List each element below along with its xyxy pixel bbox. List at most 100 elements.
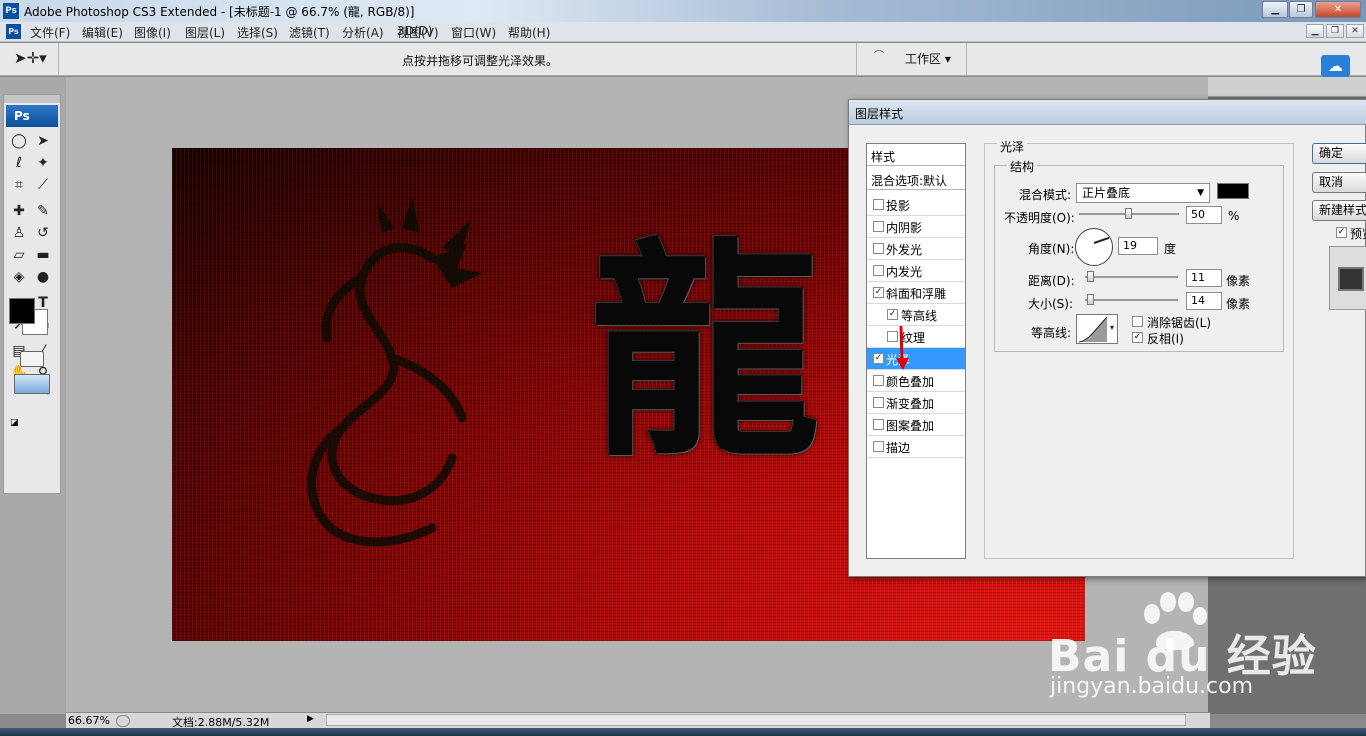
workspace-menu[interactable]: 工作区 ▾ [905, 50, 951, 67]
style-checkbox[interactable] [873, 265, 884, 276]
styles-header[interactable]: 样式 [867, 144, 965, 166]
size-unit: 像素 [1226, 297, 1251, 311]
preview-checkbox[interactable]: ✓ [1336, 227, 1347, 238]
palette-well-icon[interactable]: ⌒ [874, 47, 884, 62]
distance-slider[interactable] [1085, 276, 1178, 278]
style-item[interactable]: 外发光 [867, 238, 965, 260]
style-checkbox[interactable] [873, 221, 884, 232]
angle-input[interactable]: 19 [1118, 237, 1158, 255]
toolbox-panel: Ps ◯ ➤ ℓ ✦ ⌗ ⟋ ✚ ✎ ♙ ↺ ▱ ▬ ◈ ● ✒ T ➚ ▭ ▤… [3, 94, 61, 494]
close-button[interactable]: ✕ [1315, 1, 1361, 18]
menu-edit[interactable]: 编辑(E) [82, 24, 123, 41]
title-bar: Ps Adobe Photoshop CS3 Extended - [未标题-1… [0, 0, 1366, 22]
style-item[interactable]: 内阴影 [867, 216, 965, 238]
antialias-checkbox[interactable] [1132, 316, 1143, 327]
default-colors-icon[interactable]: ◪ [10, 418, 19, 428]
invert-checkbox[interactable]: ✓ [1132, 332, 1143, 343]
blend-mode-value: 正片叠底 [1082, 186, 1131, 200]
foreground-color-swatch[interactable] [9, 298, 35, 324]
dialog-title-bar[interactable]: 图层样式 [849, 100, 1366, 125]
style-item[interactable]: 颜色叠加 [867, 370, 965, 392]
menu-help[interactable]: 帮助(H) [508, 24, 550, 41]
contour-picker[interactable]: ▾ [1076, 314, 1118, 344]
style-checkbox[interactable] [873, 397, 884, 408]
magic-wand-tool-icon[interactable]: ✦ [32, 153, 54, 173]
clone-stamp-tool-icon[interactable]: ♙ [8, 223, 30, 243]
style-item[interactable]: 内发光 [867, 260, 965, 282]
style-checkbox[interactable]: ✓ [887, 309, 898, 320]
lasso-tool-icon[interactable]: ℓ [8, 153, 30, 173]
panel-header[interactable] [1208, 77, 1366, 97]
preview-label: 预览 [1350, 227, 1366, 241]
blur-tool-icon[interactable]: ◈ [8, 267, 30, 287]
crop-tool-icon[interactable]: ⌗ [8, 175, 30, 195]
style-checkbox[interactable] [873, 243, 884, 254]
ok-button[interactable]: 确定 [1312, 143, 1366, 164]
menu-view[interactable]: 视图(V) [397, 24, 439, 41]
doc-minimize-button[interactable]: ▁ [1306, 24, 1324, 38]
style-checkbox[interactable] [873, 419, 884, 430]
move-tool-icon[interactable]: ➤ [32, 131, 54, 151]
toolbox-grip[interactable] [4, 95, 60, 103]
slice-tool-icon[interactable]: ⟋ [32, 175, 54, 195]
style-checkbox[interactable] [873, 441, 884, 452]
style-item[interactable]: ✓ 等高线 [867, 304, 965, 326]
menu-select[interactable]: 选择(S) [237, 24, 278, 41]
menu-file[interactable]: 文件(F) [30, 24, 70, 41]
healing-brush-tool-icon[interactable]: ✚ [8, 201, 30, 221]
minimize-button[interactable]: ▁ [1262, 1, 1288, 18]
style-item[interactable]: 描边 [867, 436, 965, 458]
satin-color-swatch[interactable] [1217, 183, 1249, 199]
menu-image[interactable]: 图像(I) [134, 24, 171, 41]
cloud-sync-icon[interactable]: ☁ [1321, 55, 1350, 77]
style-item[interactable]: 纹理 [867, 326, 965, 348]
opacity-input[interactable]: 50 [1186, 206, 1222, 224]
style-item[interactable]: 图案叠加 [867, 414, 965, 436]
marquee-tool-icon[interactable]: ◯ [8, 131, 30, 151]
cancel-button[interactable]: 取消 [1312, 172, 1366, 193]
document-icon[interactable]: Ps [6, 24, 21, 39]
photoshop-logo[interactable]: Ps [6, 105, 58, 127]
eraser-tool-icon[interactable]: ▱ [8, 245, 30, 265]
doc-restore-button[interactable]: ❐ [1326, 24, 1344, 38]
brush-tool-icon[interactable]: ✎ [32, 201, 54, 221]
style-item[interactable]: ✓光泽 [867, 348, 965, 370]
history-brush-tool-icon[interactable]: ↺ [32, 223, 54, 243]
menu-filter[interactable]: 滤镜(T) [289, 24, 330, 41]
style-checkbox[interactable]: ✓ [873, 353, 884, 364]
status-arrow-icon[interactable]: ▶ [307, 714, 314, 724]
style-checkbox[interactable]: ✓ [873, 287, 884, 298]
style-item[interactable]: ✓ 斜面和浮雕 [867, 282, 965, 304]
move-tool-preset-icon[interactable]: ➤✛▾ [14, 49, 47, 69]
options-bar: ➤✛▾ 点按并拖移可调整光泽效果。 ⌒ 工作区 ▾ [0, 43, 1366, 76]
distance-input[interactable]: 11 [1186, 269, 1222, 287]
gradient-tool-icon[interactable]: ▬ [32, 245, 54, 265]
zoom-level[interactable]: 66.67% [68, 714, 110, 727]
style-checkbox[interactable] [873, 199, 884, 210]
maximize-button[interactable]: ❐ [1289, 1, 1313, 18]
size-input[interactable]: 14 [1186, 292, 1222, 310]
distance-slider-handle[interactable] [1087, 271, 1094, 282]
size-slider[interactable] [1085, 299, 1178, 301]
blending-options-item[interactable]: 混合选项:默认 [867, 168, 965, 190]
horizontal-scrollbar[interactable] [326, 714, 1186, 726]
style-item[interactable]: 渐变叠加 [867, 392, 965, 414]
dialog-title: 图层样式 [855, 107, 904, 121]
style-item[interactable]: 投影 [867, 194, 965, 216]
style-checkbox[interactable] [873, 375, 884, 386]
menu-analysis[interactable]: 分析(A) [342, 24, 384, 41]
style-preview-box [1329, 246, 1366, 310]
quick-mask-button[interactable] [20, 351, 44, 367]
menu-window[interactable]: 窗口(W) [451, 24, 496, 41]
dragon-character-text: 龍 [590, 218, 821, 488]
angle-dial[interactable] [1075, 228, 1113, 266]
size-slider-handle[interactable] [1087, 294, 1094, 305]
dodge-tool-icon[interactable]: ● [32, 267, 54, 287]
doc-close-button[interactable]: ✕ [1346, 24, 1364, 38]
blend-mode-select[interactable]: 正片叠底 ▼ [1076, 183, 1210, 203]
new-style-button[interactable]: 新建样式... [1312, 200, 1366, 221]
menu-layer[interactable]: 图层(L) [185, 24, 225, 41]
status-menu-icon[interactable] [116, 715, 130, 727]
screen-mode-button[interactable] [14, 374, 50, 394]
opacity-slider-handle[interactable] [1125, 208, 1132, 219]
